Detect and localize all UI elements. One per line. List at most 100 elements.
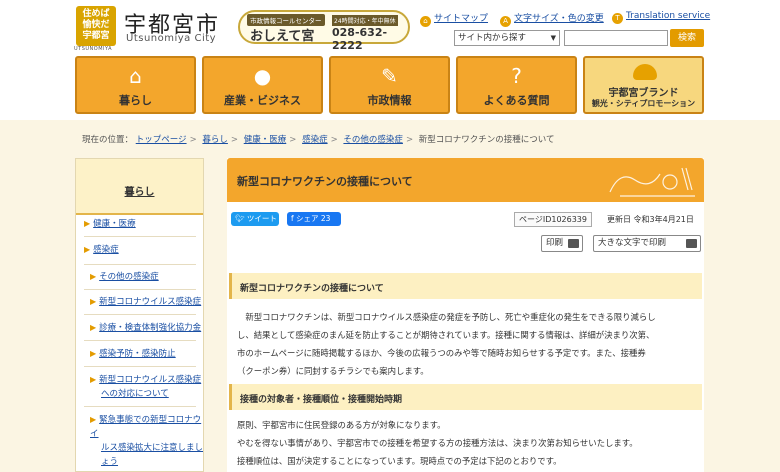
city-logo[interactable]: 住めば 愉快だ 宇都宮 xyxy=(76,6,116,46)
sidebar: 暮らし ▶ 健康・医療 ▶ 感染症 ▶ その他の感染症 ▶ 新型コロナウイルス感染症 ▶… xyxy=(75,158,204,472)
breadcrumb-separator: > xyxy=(230,135,239,145)
divider xyxy=(84,314,196,315)
page-title: 新型コロナワクチンの接種について xyxy=(237,175,413,188)
tweet-label: ツイート xyxy=(246,214,277,223)
breadcrumb-current: 新型コロナワクチンの接種について xyxy=(418,135,555,145)
logo-line-3: 宇都宮 xyxy=(82,31,110,41)
sitemap-icon: ⌂ xyxy=(420,16,431,27)
gnav-item-faq[interactable]: ? よくある質問 xyxy=(456,56,577,114)
section-heading-text: 接種の対象者・接種順位・接種開始時期 xyxy=(240,395,403,405)
sidebar-item-prevention[interactable]: ▶ 感染予防・感染防止 xyxy=(76,347,203,361)
breadcrumb-item-top[interactable]: トップページ xyxy=(136,135,187,145)
section-paragraph-vaccine: 新型コロナワクチンは、新型コロナウイルス感染症の発症を予防し、死亡や重症化の発生… xyxy=(237,308,697,380)
sidebar-item-label: その他の感染症 xyxy=(99,272,159,282)
main-content: 新型コロナワクチンの接種について 🐦︎ ツイート f シェア 23 ページID1… xyxy=(227,158,704,472)
breadcrumb-item-health[interactable]: 健康・医療 xyxy=(244,135,287,145)
gnav-label: よくある質問 xyxy=(483,94,550,107)
chevron-right-icon: ▶ xyxy=(90,323,97,332)
brand-title: 宇都宮ブランド xyxy=(608,88,679,99)
sidebar-title[interactable]: 暮らし xyxy=(76,183,203,198)
sidebar-item-other[interactable]: ▶ その他の感染症 xyxy=(76,270,203,284)
chevron-right-icon: ▶ xyxy=(90,375,97,384)
site-header: 住めば 愉快だ 宇都宮 UTSUNOMIYA 宇都宮市 Utsunomiya C… xyxy=(0,0,780,52)
callcenter-phone: 028-632-2222 xyxy=(332,26,388,52)
page-id-badge: ページID1026339 xyxy=(514,212,592,227)
gnav-item-business[interactable]: ● 産業・ビジネス xyxy=(202,56,323,114)
chevron-right-icon: ▶ xyxy=(84,219,91,228)
paragraph-line: 市のホームページに随時掲載するほか、今後の広報うつのみや等で随時お知らせする予定… xyxy=(237,348,646,358)
paragraph-line: 接種順位は、国が決定することになっています。現時点での予定は下記のとおりです。 xyxy=(237,456,562,466)
print-label: 印刷 xyxy=(546,238,564,248)
search-scope-select[interactable]: サイト内から探す ▼ xyxy=(454,30,560,46)
person-icon: ● xyxy=(253,64,272,88)
large-print-label: 大きな文字で印刷 xyxy=(598,238,667,248)
sidebar-item-emergency[interactable]: ▶ 緊急事態での新型コロナウイルス感染拡大に注意しまし ょう xyxy=(76,413,203,469)
sidebar-item-infection[interactable]: ▶ 感染症 xyxy=(76,243,203,257)
translation-link[interactable]: T Translation service xyxy=(612,11,710,24)
updated-date: 更新日 令和3年4月21日 xyxy=(607,215,694,224)
paragraph-line: 新型コロナワクチンは、新型コロナウイルス感染症の発症を予防し、死亡や重症化の発生… xyxy=(237,312,656,322)
sidebar-item-covid[interactable]: ▶ 新型コロナウイルス感染症 xyxy=(76,295,203,309)
decorative-illustration-icon xyxy=(609,167,695,197)
logo-line-1: 住めば xyxy=(82,9,110,19)
chevron-right-icon: ▶ xyxy=(90,272,97,281)
chevron-right-icon: ▶ xyxy=(90,415,97,424)
brand-subtitle: 観光・シティプロモーション xyxy=(591,99,696,108)
sidebar-header: 暮らし xyxy=(76,159,203,215)
paragraph-line: やむを得ない事情があり、宇都宮市での接種を希望する方の接種方法は、決まり次第お知… xyxy=(237,438,638,448)
divider xyxy=(84,264,196,265)
sidebar-item-response[interactable]: ▶ 新型コロナウイルス感染症 への対応について xyxy=(76,373,203,401)
search-scope-value: サイト内から探す xyxy=(458,33,527,43)
callcenter-hours: 24時間対応・年中無休 xyxy=(332,15,398,26)
breadcrumb-item-infection[interactable]: 感染症 xyxy=(302,135,328,145)
sidebar-item-testing[interactable]: ▶ 診療・検査体制強化協力金 xyxy=(76,321,203,335)
gnav-label: 暮らし xyxy=(119,94,152,107)
tweet-button[interactable]: 🐦︎ ツイート xyxy=(231,212,279,226)
paragraph-line: 原則、宇都宮市に住民登録のある方が対象になります。 xyxy=(237,420,446,430)
fontsize-link-label: 文字サイズ・色の変更 xyxy=(514,14,604,24)
global-nav: ⌂ 暮らし ● 産業・ビジネス ✎ 市政情報 ? よくある質問 宇都宮ブランド … xyxy=(75,56,705,114)
gnav-item-brand[interactable]: 宇都宮ブランド 観光・シティプロモーション xyxy=(583,56,704,114)
page-title-bar: 新型コロナワクチンの接種について xyxy=(227,158,704,202)
paragraph-line: （クーポン券）に同封するチラシでも案内します。 xyxy=(237,366,429,376)
breadcrumb-separator: > xyxy=(289,135,297,145)
search-input[interactable] xyxy=(564,30,668,46)
fontsize-color-link[interactable]: A 文字サイズ・色の変更 xyxy=(500,11,604,27)
sitemap-link[interactable]: ⌂ サイトマップ xyxy=(420,11,488,27)
callcenter-banner[interactable]: 市政情報コールセンター おしえて宮 24時間対応・年中無休 028-632-22… xyxy=(238,10,410,52)
sidebar-item-label: 感染予防・感染防止 xyxy=(99,349,176,359)
gnav-item-life[interactable]: ⌂ 暮らし xyxy=(75,56,196,114)
breadcrumb-item-other[interactable]: その他の感染症 xyxy=(343,135,403,145)
sidebar-item-label-line2: ルス感染拡大に注意しまし xyxy=(101,443,204,453)
sidebar-item-health[interactable]: ▶ 健康・医療 xyxy=(76,217,203,231)
callcenter-name: おしえて宮 xyxy=(250,29,315,44)
paragraph-line: し、結果として感染症のまん延を防止することが期待されています。接種に関する情報は… xyxy=(237,330,655,340)
breadcrumb-item-life[interactable]: 暮らし xyxy=(202,135,228,145)
section-heading-vaccine: 新型コロナワクチンの接種について xyxy=(229,273,702,299)
sidebar-item-label: 健康・医療 xyxy=(93,219,136,229)
sidebar-item-label: 新型コロナウイルス感染症 xyxy=(99,375,202,385)
breadcrumb: 現在の位置： トップページ > 暮らし > 健康・医療 > 感染症 > その他の感染症 >… xyxy=(82,133,555,145)
chevron-down-icon: ▼ xyxy=(550,34,556,42)
large-print-button[interactable]: 大きな文字で印刷 xyxy=(593,235,701,252)
sidebar-item-label-line3: ょう xyxy=(101,457,119,467)
divider xyxy=(84,289,196,290)
pen-icon: ✎ xyxy=(381,64,398,88)
chevron-right-icon: ▶ xyxy=(90,349,97,358)
print-button[interactable]: 印刷 xyxy=(541,235,583,252)
sidebar-item-label: 新型コロナウイルス感染症 xyxy=(99,297,202,307)
translation-link-label: Translation service xyxy=(626,11,711,21)
sidebar-item-label: 診療・検査体制強化協力金 xyxy=(99,323,202,333)
gnav-item-citygov[interactable]: ✎ 市政情報 xyxy=(329,56,450,114)
home-icon: ⌂ xyxy=(129,64,142,88)
sidebar-item-label: 緊急事態での新型コロナウイ xyxy=(90,415,202,439)
logo-line-2: 愉快だ xyxy=(82,20,110,30)
search-button[interactable]: 検索 xyxy=(670,29,704,47)
facebook-share-button[interactable]: f シェア 23 xyxy=(287,212,341,226)
sitemap-link-label: サイトマップ xyxy=(434,14,489,24)
sidebar-item-label-line2: への対応について xyxy=(101,389,169,399)
question-icon: ? xyxy=(511,64,522,88)
translation-icon: T xyxy=(612,13,623,24)
logo-subtext: UTSUNOMIYA xyxy=(74,46,113,52)
sidebar-item-label: 感染症 xyxy=(93,245,119,255)
